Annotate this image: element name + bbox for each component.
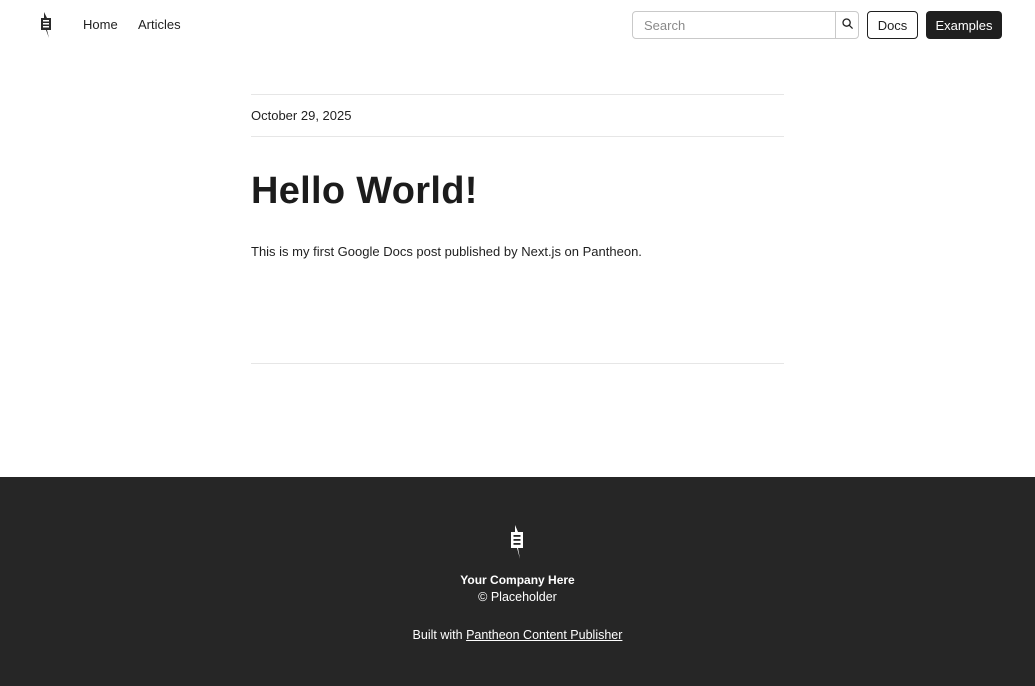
site-header: Home Articles Docs Examples [0,0,1035,50]
footer-company-name: Your Company Here [460,573,575,587]
footer-built-with: Built with Pantheon Content Publisher [0,628,1035,642]
nav-home-link[interactable]: Home [83,17,118,32]
footer-copyright: © Placeholder [478,590,557,604]
post-title: Hello World! [251,170,478,212]
search-input[interactable] [633,12,837,38]
search-icon [841,16,853,34]
post-date: October 29, 2025 [251,108,352,123]
docs-button[interactable]: Docs [867,11,918,39]
footer-built-prefix: Built with [412,628,463,642]
divider [251,363,784,364]
pantheon-logo-icon[interactable] [38,12,54,38]
search-box [632,11,859,39]
examples-button[interactable]: Examples [926,11,1002,39]
site-footer: Your Company Here © Placeholder Built wi… [0,477,1035,686]
divider [251,94,784,95]
pantheon-content-publisher-link[interactable]: Pantheon Content Publisher [466,628,622,642]
divider [251,136,784,137]
search-button[interactable] [835,12,858,38]
nav-articles-link[interactable]: Articles [138,17,181,32]
post-body: This is my first Google Docs post publis… [251,244,642,259]
pantheon-logo-icon [509,525,525,559]
